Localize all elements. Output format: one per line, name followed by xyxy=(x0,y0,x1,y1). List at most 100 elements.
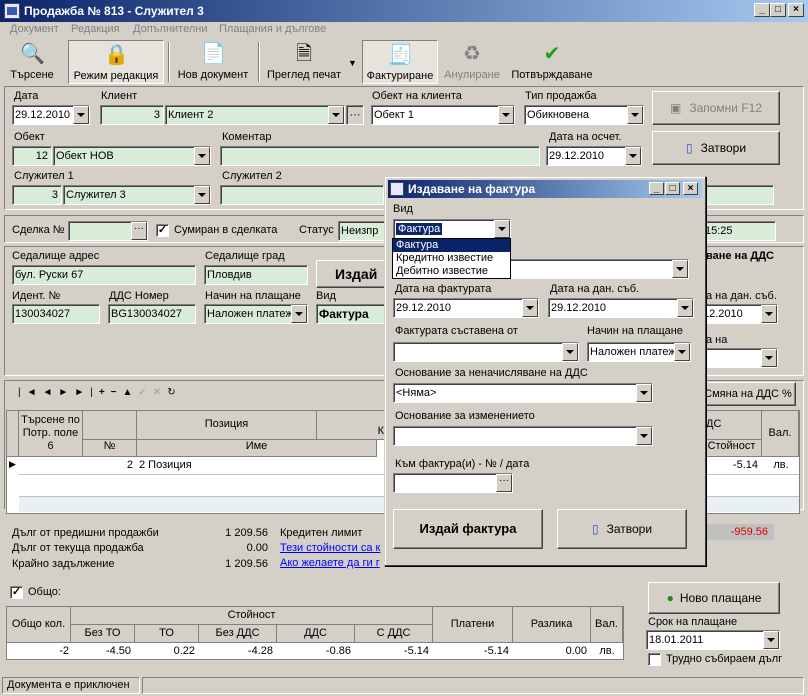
kind-option-invoice[interactable]: Фактура xyxy=(393,239,510,252)
dialog-ref-invoice-field[interactable]: ··· xyxy=(393,473,513,493)
search-toolbar-button[interactable]: 🔍 Търсене xyxy=(6,40,58,84)
employee1-name-field[interactable]: Служител 3 xyxy=(63,185,211,205)
vat-number-field[interactable]: BG130034027 xyxy=(108,304,196,324)
chevron-down-icon[interactable] xyxy=(636,427,652,445)
chevron-down-icon[interactable] xyxy=(761,305,777,323)
object-id-field[interactable]: 12 xyxy=(12,146,52,166)
values-info-link[interactable]: Тези стойности са к xyxy=(280,542,380,554)
delete-record-icon[interactable]: − xyxy=(111,387,123,398)
minimize-button[interactable]: _ xyxy=(754,3,770,17)
dialog-tax-date-field[interactable]: 29.12.2010 xyxy=(548,298,694,318)
tax-date-field[interactable]: 12.2010 xyxy=(700,304,778,324)
menu-payments[interactable]: Плащания и дългове xyxy=(219,23,326,35)
chevron-down-icon[interactable] xyxy=(494,220,510,238)
summed-checkbox[interactable]: ✓ xyxy=(156,224,169,237)
chevron-down-icon[interactable] xyxy=(677,299,693,317)
chevron-down-icon[interactable] xyxy=(522,299,538,317)
chevron-down-icon[interactable] xyxy=(562,343,578,361)
address-field[interactable]: бул. Руски 67 xyxy=(12,265,196,285)
chevron-down-icon[interactable] xyxy=(328,106,344,124)
kind-option-debit-note[interactable]: Дебитно известие xyxy=(393,265,510,278)
deal-field[interactable]: ··· xyxy=(68,221,148,241)
dialog-minimize-button[interactable]: _ xyxy=(649,182,664,195)
chevron-down-icon[interactable] xyxy=(674,343,690,361)
print-dropdown-arrow-icon[interactable]: ▼ xyxy=(348,58,357,68)
new-document-toolbar-button[interactable]: 📄 Нов документ xyxy=(172,40,254,84)
first-record-icon[interactable]: |◄ xyxy=(18,387,43,398)
due-date-field[interactable]: 18.01.2011 xyxy=(646,630,780,650)
close-button[interactable]: ▯ Затвори xyxy=(652,131,780,165)
kind-field[interactable]: Фактура xyxy=(316,304,386,324)
chevron-down-icon[interactable] xyxy=(761,349,777,367)
edit-mode-toolbar-button[interactable]: 🔒 Режим редакция xyxy=(68,40,164,84)
time-field[interactable]: 15:25 xyxy=(702,221,776,241)
col-vat-header[interactable]: ДС xyxy=(702,411,762,440)
col-no-header[interactable]: № xyxy=(83,440,137,457)
dialog-maximize-button[interactable]: □ xyxy=(665,182,680,195)
dialog-issue-invoice-button[interactable]: Издай фактура xyxy=(393,509,543,549)
invoicing-toolbar-button[interactable]: 🧾 Фактуриране xyxy=(362,40,438,84)
col-k-header[interactable]: К xyxy=(317,411,387,440)
comment-field[interactable] xyxy=(220,146,540,166)
kind-option-credit-note[interactable]: Кредитно известие xyxy=(393,252,510,265)
ellipsis-icon[interactable]: ··· xyxy=(496,474,512,492)
hard-debt-checkbox[interactable] xyxy=(648,653,661,666)
close-window-button[interactable]: × xyxy=(788,3,804,17)
dialog-change-reason-select[interactable] xyxy=(393,426,653,446)
chevron-down-icon[interactable] xyxy=(627,106,643,124)
status-field[interactable]: Неизпр xyxy=(338,221,386,241)
refresh-icon[interactable]: ↻ xyxy=(167,387,181,398)
chevron-down-icon[interactable] xyxy=(672,260,688,278)
print-preview-toolbar-button[interactable]: 🗎 Преглед печат xyxy=(262,40,346,84)
dialog-invoice-date-field[interactable]: 29.12.2010 xyxy=(393,298,539,318)
ellipsis-icon[interactable]: ··· xyxy=(131,222,147,240)
col-position-header[interactable]: Позиция xyxy=(137,411,317,440)
employee1-id-field[interactable]: 3 xyxy=(12,185,62,205)
employee2-field[interactable] xyxy=(220,185,384,205)
save-button[interactable]: ▣ Запомни F12 xyxy=(652,91,780,125)
chevron-down-icon[interactable] xyxy=(625,147,641,165)
dialog-composed-by-select[interactable] xyxy=(393,342,579,362)
next-record-icon[interactable]: ► xyxy=(58,387,74,398)
dialog-close-button-main[interactable]: ▯ Затвори xyxy=(557,509,687,549)
last-record-icon[interactable]: ►| xyxy=(74,387,99,398)
total-checkbox[interactable]: ✓ xyxy=(10,586,23,599)
chevron-down-icon[interactable] xyxy=(291,305,307,323)
vat-change-button[interactable]: Смяна на ДДС % xyxy=(700,382,796,406)
col-name-header[interactable]: Име xyxy=(137,440,377,457)
chevron-down-icon[interactable] xyxy=(194,147,210,165)
chevron-down-icon[interactable] xyxy=(498,106,514,124)
right-select[interactable] xyxy=(700,348,778,368)
id-number-field[interactable]: 130034027 xyxy=(12,304,100,324)
dialog-no-vat-select[interactable]: <Няма> xyxy=(393,383,653,403)
prev-record-icon[interactable]: ◄ xyxy=(43,387,59,398)
dialog-kind-select[interactable]: Фактура xyxy=(393,219,511,239)
object-name-field[interactable]: Обект НОВ xyxy=(53,146,211,166)
menu-document[interactable]: Документ xyxy=(10,23,59,35)
cancel-edit-icon[interactable]: ✕ xyxy=(153,387,167,398)
maximize-button[interactable]: □ xyxy=(770,3,786,17)
add-record-icon[interactable]: + xyxy=(99,387,111,398)
up-icon[interactable]: ▲ xyxy=(123,387,139,398)
client-object-select[interactable]: Обект 1 xyxy=(371,105,515,125)
sale-type-select[interactable]: Обикновена xyxy=(524,105,644,125)
payment-method-select[interactable]: Наложен платеж xyxy=(204,304,308,324)
new-payment-button[interactable]: ● Ново плащане xyxy=(648,582,780,614)
col-search-header[interactable]: Търсене по Потр. поле 6 xyxy=(19,411,83,457)
col-currency-header[interactable]: Вал. xyxy=(762,411,799,457)
client-ellipsis-button[interactable]: ··· xyxy=(346,105,364,125)
change-values-link[interactable]: Ако желаете да ги г xyxy=(280,557,380,569)
client-name-field[interactable]: Клиент 2 xyxy=(165,105,345,125)
issue-invoice-main-button[interactable]: Издай xyxy=(316,260,386,288)
date-field[interactable]: 29.12.2010 xyxy=(12,105,90,125)
dialog-close-button[interactable]: × xyxy=(683,182,698,195)
accounting-date-field[interactable]: 29.12.2010 xyxy=(546,146,642,166)
client-id-field[interactable]: 3 xyxy=(100,105,164,125)
chevron-down-icon[interactable] xyxy=(73,106,89,124)
chevron-down-icon[interactable] xyxy=(194,186,210,204)
cancel-toolbar-button[interactable]: ♻ Анулиране xyxy=(442,40,502,84)
menu-edit[interactable]: Редакция xyxy=(71,23,119,35)
menu-extras[interactable]: Допълнителни xyxy=(133,23,207,35)
col-value-header[interactable]: Стойност xyxy=(702,440,762,457)
dialog-payment-select[interactable]: Наложен платеж xyxy=(587,342,691,362)
